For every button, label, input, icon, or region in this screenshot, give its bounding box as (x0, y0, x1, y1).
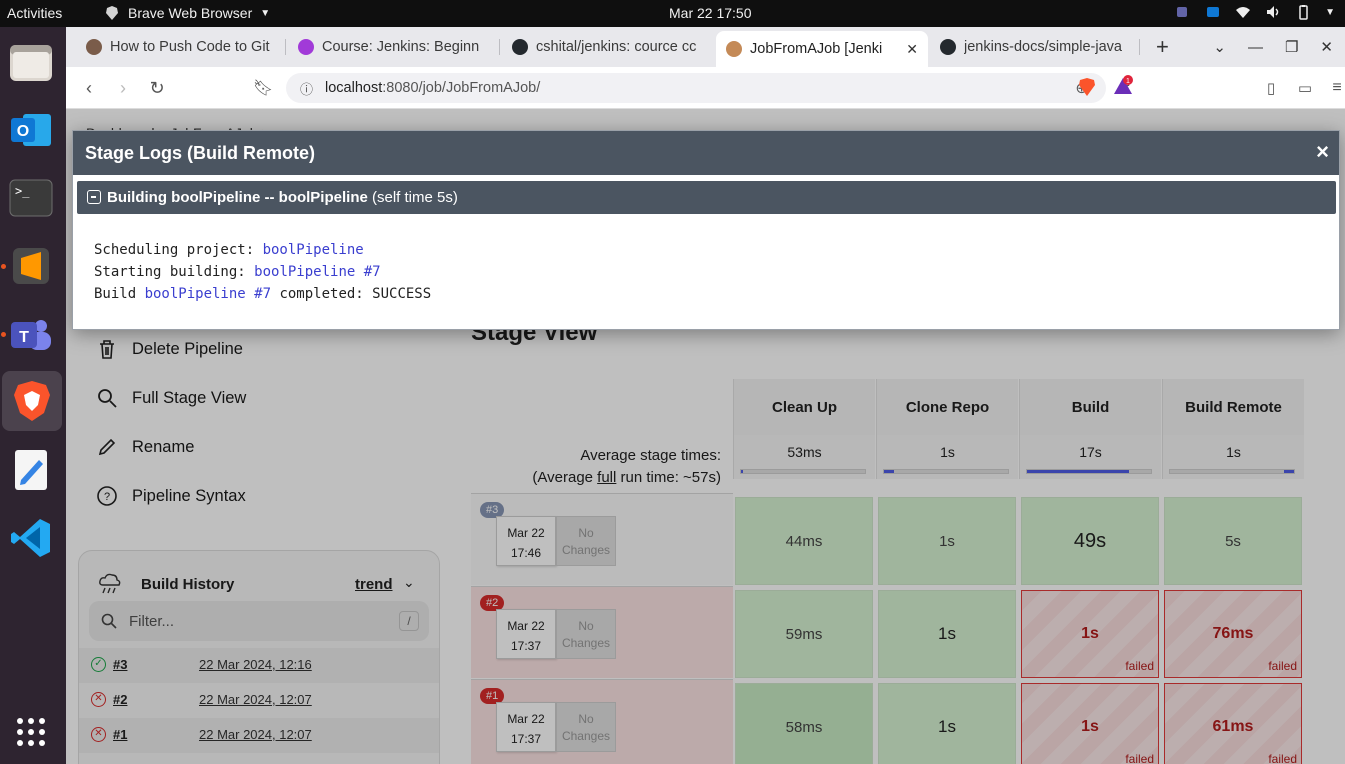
window-controls: ⌄ — ❐ ✕ (1213, 27, 1345, 67)
log-step-time: (self time 5s) (367, 189, 458, 206)
dock-teams[interactable]: T (8, 311, 54, 357)
plus-icon: + (1156, 34, 1169, 59)
tab-strip: How to Push Code to Git Course: Jenkins:… (66, 27, 1345, 67)
system-tray[interactable]: ▼ (1175, 4, 1335, 20)
brave-shields-icon[interactable] (1078, 77, 1096, 97)
svg-text:1: 1 (1126, 78, 1130, 85)
log-text: completed: SUCCESS (271, 286, 432, 302)
dock: O >_ T (0, 27, 66, 764)
jenkins-page: Dashboard > JobFromAJob > Delete Pipelin… (66, 109, 1345, 764)
dock-terminal[interactable]: >_ (8, 175, 54, 221)
app-grid-icon (17, 718, 45, 746)
forward-arrow-icon[interactable]: › (112, 77, 134, 99)
reload-icon[interactable]: ↻ (146, 77, 168, 99)
volume-icon[interactable] (1265, 4, 1281, 20)
files-folder-icon (10, 45, 52, 81)
jenkins-favicon-icon (726, 41, 742, 57)
dock-text-editor[interactable] (8, 447, 54, 493)
tab-title: JobFromAJob [Jenki (750, 41, 883, 57)
minimize-icon[interactable]: — (1248, 39, 1263, 56)
log-step-header[interactable]: Building boolPipeline -- boolPipeline (s… (77, 181, 1336, 214)
tab-course-jenkins[interactable]: Course: Jenkins: Beginn (288, 32, 500, 62)
battery-icon[interactable] (1295, 4, 1311, 20)
svg-text:T: T (19, 329, 29, 346)
log-text: Scheduling project: (94, 242, 263, 258)
tab-title: jenkins-docs/simple-java (964, 39, 1122, 55)
clock[interactable]: Mar 22 17:50 (669, 5, 752, 21)
log-link[interactable]: boolPipeline #7 (254, 264, 380, 280)
wallet-icon[interactable]: ▭ (1294, 77, 1316, 99)
sublime-text-icon (13, 248, 49, 284)
running-indicator (1, 332, 6, 337)
site-info-icon[interactable]: ⓘ (300, 79, 313, 98)
tab-jobfromajob[interactable]: JobFromAJob [Jenki ✕ (716, 31, 928, 67)
system-top-bar: Activities Brave Web Browser ▼ Mar 22 17… (0, 0, 1345, 27)
sidebar-toggle-icon[interactable]: ▯ (1260, 77, 1282, 99)
log-line: Build boolPipeline #7 completed: SUCCESS (94, 283, 431, 305)
brave-rewards-icon[interactable]: 1 (1112, 75, 1134, 97)
outlook-icon: O (11, 114, 51, 146)
close-window-icon[interactable]: ✕ (1320, 38, 1333, 56)
modal-header: Stage Logs (Build Remote) × (73, 131, 1339, 175)
brave-icon (14, 381, 50, 421)
caret-down-icon: ▼ (260, 7, 271, 19)
close-icon[interactable]: × (1316, 139, 1329, 165)
tab-search-chevron-icon[interactable]: ⌄ (1213, 38, 1226, 56)
outlook-tray-icon[interactable] (1205, 4, 1221, 20)
tab-title: cshital/jenkins: cource cc (536, 39, 697, 55)
url-path: :8080/job/JobFromAJob/ (382, 80, 541, 96)
dock-files[interactable] (8, 39, 54, 85)
close-tab-icon[interactable]: ✕ (906, 41, 918, 58)
log-output: Scheduling project: boolPipeline Startin… (94, 239, 431, 305)
text-editor-icon (15, 450, 47, 490)
github-favicon-icon (512, 39, 528, 55)
new-tab-button[interactable]: + (1146, 32, 1176, 62)
back-arrow-icon[interactable]: ‹ (78, 77, 100, 99)
browser-window: How to Push Code to Git Course: Jenkins:… (66, 27, 1345, 764)
udemy-favicon-icon (298, 39, 314, 55)
modal-title: Stage Logs (Build Remote) (85, 143, 316, 163)
wifi-icon[interactable] (1235, 4, 1251, 20)
browser-toolbar: ‹ › ↻ 🔖︎ ⓘ localhost:8080/job/JobFromAJo… (66, 67, 1345, 109)
log-text: Build (94, 286, 145, 302)
teams-icon: T (11, 320, 51, 350)
teams-tray-icon[interactable] (1175, 4, 1191, 20)
log-link[interactable]: boolPipeline #7 (145, 286, 271, 302)
restore-icon[interactable]: ❐ (1285, 38, 1298, 56)
app-name: Brave Web Browser (128, 5, 253, 21)
running-indicator (1, 264, 6, 269)
github-favicon-icon (940, 39, 956, 55)
collapse-icon[interactable] (87, 190, 101, 204)
show-apps-button[interactable] (8, 709, 54, 755)
terminal-icon: >_ (9, 179, 53, 217)
caret-down-icon[interactable]: ▼ (1325, 7, 1335, 18)
dock-brave[interactable] (2, 371, 62, 431)
vscode-icon (11, 519, 50, 557)
user-avatar-favicon-icon (86, 39, 102, 55)
tab-cshital-jenkins[interactable]: cshital/jenkins: cource cc (502, 32, 714, 62)
dock-vscode[interactable] (8, 515, 54, 561)
brave-lion-icon (106, 6, 118, 20)
dock-sublime[interactable] (8, 243, 54, 289)
stage-logs-modal: Stage Logs (Build Remote) × Building boo… (72, 130, 1340, 330)
svg-text:>_: >_ (15, 184, 30, 198)
bookmark-icon[interactable]: 🔖︎ (252, 77, 274, 99)
menu-icon[interactable]: ≡ (1326, 77, 1345, 99)
log-link[interactable]: boolPipeline (263, 242, 364, 258)
tab-title: Course: Jenkins: Beginn (322, 39, 480, 55)
tab-title: How to Push Code to Git (110, 39, 270, 55)
url-host: localhost (325, 80, 383, 96)
log-line: Starting building: boolPipeline #7 (94, 261, 431, 283)
tab-push-code[interactable]: How to Push Code to Git (76, 32, 286, 62)
log-text: Starting building: (94, 264, 255, 280)
activities-button[interactable]: Activities (7, 5, 62, 21)
tab-jenkins-docs[interactable]: jenkins-docs/simple-java (930, 32, 1140, 62)
address-bar[interactable]: ⓘ localhost:8080/job/JobFromAJob/ ⊕ ⋖ (286, 73, 1131, 103)
log-line: Scheduling project: boolPipeline (94, 239, 431, 261)
app-menu[interactable]: Brave Web Browser ▼ (104, 5, 270, 21)
svg-text:O: O (17, 123, 29, 140)
dock-outlook[interactable]: O (8, 107, 54, 153)
log-step-title: Building boolPipeline -- boolPipeline (107, 189, 368, 206)
